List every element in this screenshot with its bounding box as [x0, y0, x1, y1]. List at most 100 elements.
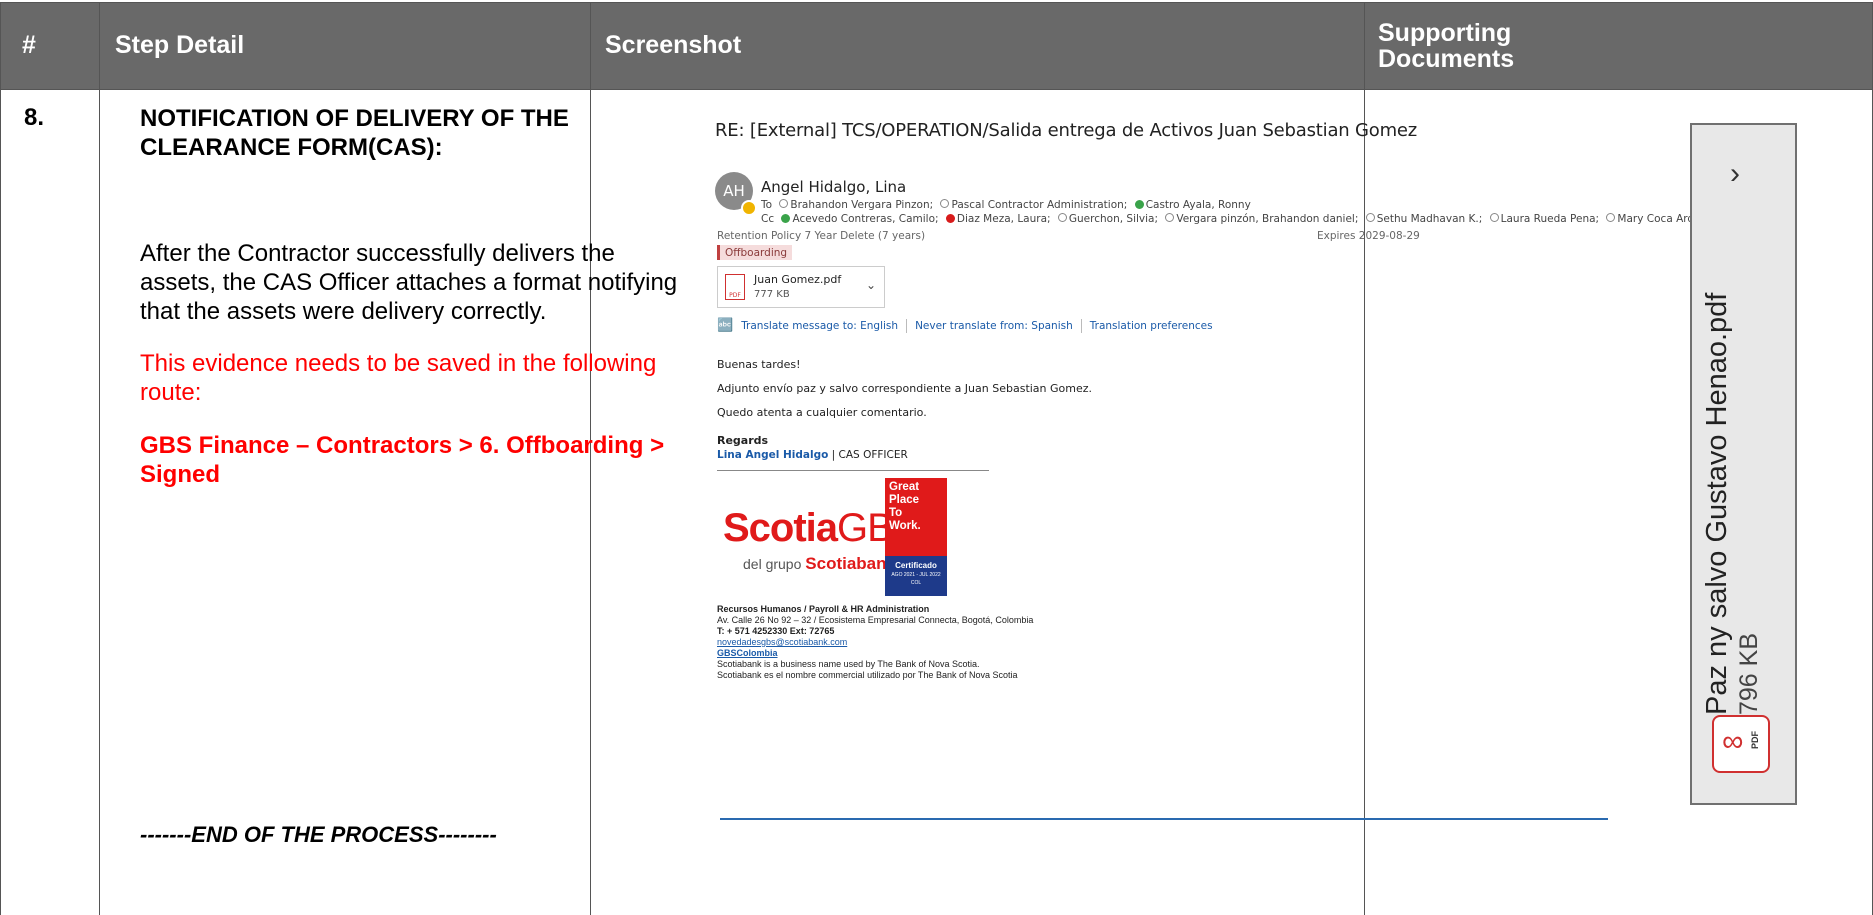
chevron-down-icon[interactable]: ⌄: [866, 278, 876, 292]
presence-unknown-icon: [1165, 213, 1175, 222]
never-translate-link[interactable]: Never translate from: Spanish: [915, 320, 1073, 332]
footer-gbscolombia-link[interactable]: GBSColombia: [717, 648, 1033, 659]
gptw-top: Great Place To Work.: [885, 478, 947, 556]
gptw-dates: AGO 2021 - JUL 2022: [891, 572, 941, 578]
email-regards: Regards: [717, 434, 769, 447]
divider: [1080, 318, 1082, 333]
recipient[interactable]: Brahandon Vergara Pinzon;: [790, 199, 933, 211]
logo-sub-brand: Scotiabank: [805, 554, 896, 573]
email-cc-line: Cc Acevedo Contreras, Camilo; Diaz Meza,…: [761, 213, 1728, 225]
signature-person: Lina Angel Hidalgo: [717, 449, 829, 461]
retention-policy: Retention Policy 7 Year Delete (7 years)…: [717, 230, 1607, 242]
header-supporting-line1: Supporting: [1378, 18, 1512, 47]
end-of-process: -------END OF THE PROCESS--------: [140, 822, 497, 847]
signature-divider: [717, 470, 989, 471]
scotiagbs-logo: ScotiaGBS del grupo Scotiabank Great Pla…: [717, 478, 947, 598]
attachment-name: Juan Gomez.pdf: [754, 273, 842, 286]
process-table: # Step Detail Screenshot Supporting Docu…: [0, 0, 1873, 915]
divider: [906, 318, 908, 333]
supporting-document-attachment[interactable]: › Paz ny salvo Gustavo Henao.pdf 796 KB …: [1690, 123, 1797, 805]
email-screenshot: RE: [External] TCS/OPERATION/Salida entr…: [715, 120, 1727, 680]
footer-disclaimer: Scotiabank es el nombre commercial utili…: [717, 670, 1018, 680]
logo-scotia-text: Scotia: [723, 506, 838, 550]
gptw-line: Place: [889, 494, 920, 506]
step-description: After the Contractor successfully delive…: [140, 240, 678, 325]
gptw-certified: Certificado AGO 2021 - JUL 2022 COL: [885, 556, 947, 596]
email-greeting: Buenas tardes!: [717, 358, 801, 371]
email-sender[interactable]: Angel Hidalgo, Lina: [761, 178, 906, 196]
pdf-icon: ∞ PDF: [1712, 715, 1770, 773]
great-place-to-work-badge: Great Place To Work. Certificado AGO 202…: [885, 478, 947, 596]
recipient[interactable]: Sethu Madhavan K.;: [1377, 213, 1483, 225]
recipient[interactable]: Pascal Contractor Administration;: [951, 199, 1127, 211]
footer-department: Recursos Humanos / Payroll & HR Administ…: [717, 604, 930, 614]
recipient[interactable]: Laura Rueda Pena;: [1501, 213, 1599, 225]
recipient[interactable]: Vergara pinzón, Brahandon daniel;: [1176, 213, 1358, 225]
document-name: Paz ny salvo Gustavo Henao.pdf: [1701, 292, 1733, 715]
email-body-line: Quedo atenta a cualquier comentario.: [717, 406, 927, 419]
step-title: NOTIFICATION OF DELIVERY OF THE CLEARANC…: [140, 105, 569, 161]
translation-preferences-link[interactable]: Translation preferences: [1090, 320, 1213, 332]
recipient[interactable]: Acevedo Contreras, Camilo;: [792, 213, 938, 225]
evidence-note: This evidence needs to be saved in the f…: [140, 350, 657, 406]
email-subject: RE: [External] TCS/OPERATION/Salida entr…: [715, 120, 1418, 141]
gptw-country: COL: [910, 580, 922, 586]
translate-icon: 🔤: [717, 318, 734, 333]
pdf-icon: PDF: [725, 274, 745, 300]
gptw-line: Great: [889, 481, 920, 493]
header-supporting-line2: Documents: [1378, 44, 1515, 73]
logo-sub-prefix: del grupo: [743, 556, 806, 572]
presence-available-icon: [781, 214, 791, 223]
presence-busy-icon: [945, 214, 955, 223]
evidence-route: GBS Finance – Contractors > 6. Offboardi…: [140, 432, 665, 488]
category-tag[interactable]: Offboarding: [717, 245, 793, 260]
header-supporting-documents: Supporting Documents: [1364, 2, 1873, 89]
recipient[interactable]: Castro Ayala, Ronny: [1146, 199, 1251, 211]
pdf-label: PDF: [1750, 731, 1760, 749]
signature-footer: Recursos Humanos / Payroll & HR Administ…: [717, 604, 1033, 681]
acrobat-glyph-icon: ∞: [1722, 725, 1744, 758]
email-to-line: To Brahandon Vergara Pinzon; Pascal Cont…: [761, 199, 1251, 211]
footer-disclaimer: Scotiabank is a business name used by Th…: [717, 659, 980, 669]
gptw-line: Work.: [889, 520, 921, 532]
presence-away-icon: [741, 200, 757, 216]
chevron-right-icon[interactable]: ›: [1730, 157, 1740, 191]
step-detail-cell: NOTIFICATION OF DELIVERY OF THE CLEARANC…: [140, 104, 680, 489]
to-label: To: [761, 199, 773, 211]
header-screenshot: Screenshot: [590, 2, 1364, 89]
footer-address: Av. Calle 26 No 92 – 32 / Ecosistema Emp…: [717, 615, 1034, 625]
retention-text: Retention Policy 7 Year Delete (7 years): [717, 230, 926, 242]
attachment-card[interactable]: PDF Juan Gomez.pdf 777 KB ⌄: [717, 266, 885, 308]
signature-role: | CAS OFFICER: [831, 449, 908, 461]
recipient[interactable]: Diaz Meza, Laura;: [957, 213, 1051, 225]
translate-link[interactable]: Translate message to: English: [741, 320, 898, 332]
step-number: 8.: [24, 104, 45, 131]
gptw-cert-text: Certificado: [895, 561, 937, 570]
header-number: #: [0, 2, 99, 89]
footer-email-link[interactable]: novedadesgbs@scotiabank.com: [717, 637, 1033, 648]
attachment-size: 777 KB: [754, 289, 790, 300]
grid-line: [99, 2, 100, 915]
grid-line: [0, 2, 1, 915]
email-bottom-rule: [720, 818, 1608, 820]
header-step-detail: Step Detail: [99, 2, 590, 89]
presence-unknown-icon: [1489, 213, 1499, 222]
document-label: Paz ny salvo Gustavo Henao.pdf 796 KB: [1700, 293, 1764, 715]
presence-unknown-icon: [940, 199, 950, 208]
grid-line: [0, 2, 1873, 3]
presence-unknown-icon: [1057, 213, 1067, 222]
email-body-line: Adjunto envío paz y salvo correspondient…: [717, 382, 1093, 395]
presence-available-icon: [1134, 200, 1144, 209]
grid-line: [0, 89, 1873, 90]
presence-unknown-icon: [1365, 213, 1375, 222]
document-size: 796 KB: [1735, 632, 1763, 715]
recipient[interactable]: Guerchon, Silvia;: [1069, 213, 1158, 225]
presence-unknown-icon: [779, 199, 789, 208]
logo-subtitle: del grupo Scotiabank: [743, 554, 896, 574]
presence-unknown-icon: [1606, 213, 1616, 222]
cc-label: Cc: [761, 213, 775, 225]
avatar-initials: AH: [723, 182, 745, 200]
footer-phone: T: + 571 4252330 Ext: 72765: [717, 626, 835, 636]
gptw-line: To: [889, 507, 903, 519]
signature-name: Lina Angel Hidalgo | CAS OFFICER: [717, 449, 908, 461]
